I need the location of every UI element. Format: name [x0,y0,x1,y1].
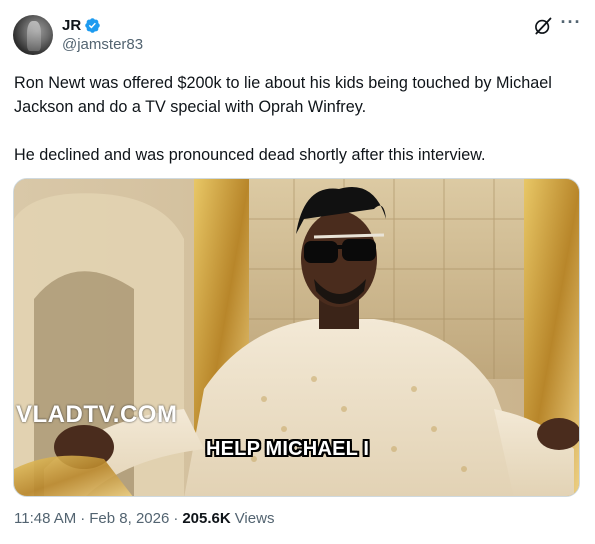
author-display-name[interactable]: JR [62,17,81,34]
tweet-time[interactable]: 11:48 AM [14,510,76,527]
verified-badge-icon [85,17,100,33]
views-label: Views [234,510,275,527]
meta-separator: · [173,510,179,527]
grok-icon[interactable] [533,16,553,36]
tweet-text: Ron Newt was offered $200k to lie about … [14,71,580,167]
tweet-paragraph: He declined and was pronounced dead shor… [14,146,486,164]
video-caption: HELP MICHAEL I [206,438,370,460]
tweet-video[interactable]: VLADTV.COM HELP MICHAEL I [13,178,580,497]
meta-separator: · [80,510,86,527]
tweet-card: JR @jamster83 ··· Ron Newt was offered $… [0,0,595,544]
author-handle[interactable]: @jamster83 [62,36,143,53]
avatar[interactable] [13,15,53,55]
more-options-icon[interactable]: ··· [560,13,582,37]
views-count: 205.6K [182,510,231,527]
tweet-date[interactable]: Feb 8, 2026 [89,510,169,527]
video-watermark: VLADTV.COM [16,401,178,428]
tweet-metadata: 11:48 AM · Feb 8, 2026 · 205.6K Views [14,510,274,527]
author-name-row: JR [62,15,101,35]
tweet-paragraph: Ron Newt was offered $200k to lie about … [14,74,552,116]
